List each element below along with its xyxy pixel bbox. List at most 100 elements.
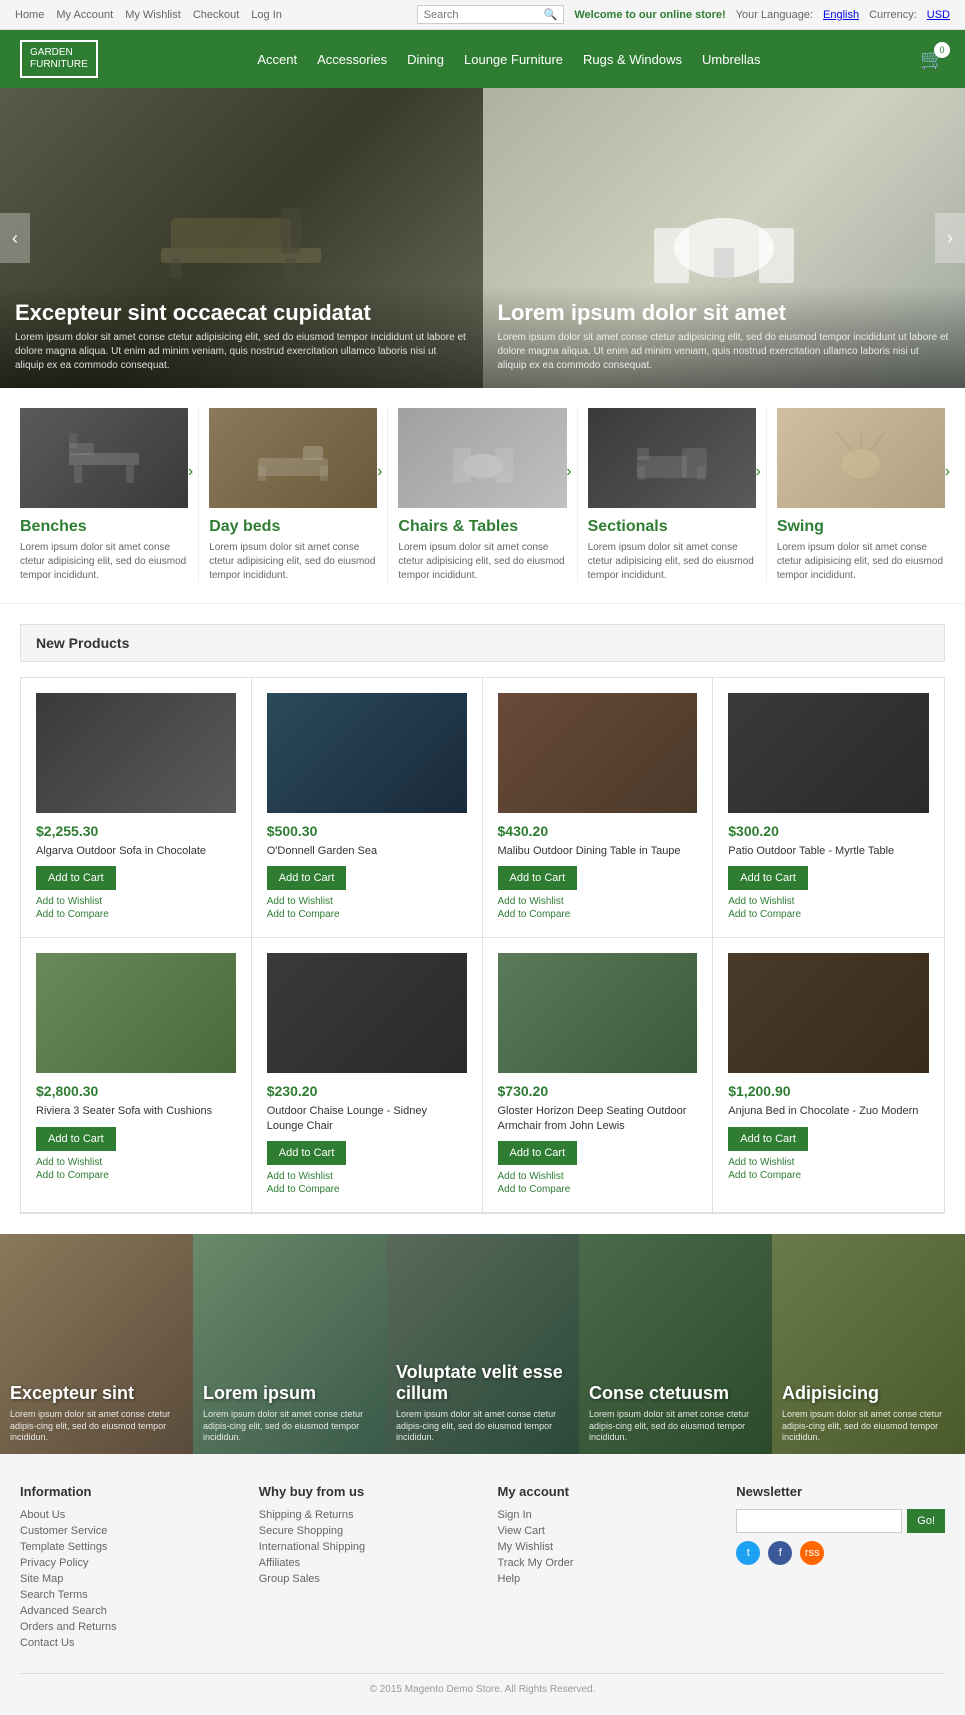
compare-link-3[interactable]: Add to Compare [728, 909, 929, 920]
category-chairs-arrow[interactable]: › [566, 463, 571, 481]
main-nav: Accent Accessories Dining Lounge Furnitu… [257, 52, 760, 67]
category-daybeds-image [209, 408, 377, 508]
nav-accessories[interactable]: Accessories [317, 52, 387, 67]
footer-why-link-0[interactable]: Shipping & Returns [259, 1509, 468, 1521]
category-daybeds-title: Day beds [209, 518, 377, 536]
nav-checkout[interactable]: Checkout [193, 9, 239, 21]
wishlist-link-2[interactable]: Add to Wishlist [498, 896, 698, 907]
category-benches: Benches Lorem ipsum dolor sit amet conse… [10, 408, 199, 583]
currency-selector[interactable]: USD [927, 9, 950, 21]
footer-why-link-4[interactable]: Group Sales [259, 1573, 468, 1585]
compare-link-1[interactable]: Add to Compare [267, 909, 467, 920]
footer-info-link-5[interactable]: Search Terms [20, 1589, 229, 1601]
search-box[interactable]: 🔍 [417, 5, 565, 24]
newsletter-go-button[interactable]: Go! [907, 1509, 945, 1533]
footer-newsletter: Newsletter Go! t f rss [736, 1484, 945, 1653]
product-image-0 [36, 693, 236, 813]
compare-link-5[interactable]: Add to Compare [267, 1184, 467, 1195]
facebook-icon[interactable]: f [768, 1541, 792, 1565]
add-to-cart-button-5[interactable]: Add to Cart [267, 1141, 347, 1165]
product-price-0: $2,255.30 [36, 823, 236, 839]
compare-link-0[interactable]: Add to Compare [36, 909, 236, 920]
wishlist-link-5[interactable]: Add to Wishlist [267, 1171, 467, 1182]
footer-account-link-2[interactable]: My Wishlist [498, 1541, 707, 1553]
wishlist-link-7[interactable]: Add to Wishlist [728, 1157, 929, 1168]
footer-why-buy-title: Why buy from us [259, 1484, 468, 1499]
product-price-2: $430.20 [498, 823, 698, 839]
nav-dining[interactable]: Dining [407, 52, 444, 67]
compare-link-6[interactable]: Add to Compare [498, 1184, 698, 1195]
wishlist-link-6[interactable]: Add to Wishlist [498, 1171, 698, 1182]
compare-link-4[interactable]: Add to Compare [36, 1170, 236, 1181]
category-sectionals-arrow[interactable]: › [755, 463, 760, 481]
add-to-cart-button-2[interactable]: Add to Cart [498, 866, 578, 890]
newsletter-input[interactable] [736, 1509, 902, 1533]
banner-overlay-1: Lorem ipsum Lorem ipsum dolor sit amet c… [193, 1373, 386, 1454]
cart-icon[interactable]: 🛒 0 [920, 47, 945, 72]
search-input[interactable] [424, 9, 544, 21]
nav-myaccount[interactable]: My Account [56, 9, 113, 21]
footer-info-link-1[interactable]: Customer Service [20, 1525, 229, 1537]
twitter-icon[interactable]: t [736, 1541, 760, 1565]
add-to-cart-button-6[interactable]: Add to Cart [498, 1141, 578, 1165]
add-to-cart-button-0[interactable]: Add to Cart [36, 866, 116, 890]
rss-icon[interactable]: rss [800, 1541, 824, 1565]
category-daybeds: Day beds Lorem ipsum dolor sit amet cons… [199, 408, 388, 583]
footer-info-link-3[interactable]: Privacy Policy [20, 1557, 229, 1569]
footer-info-link-0[interactable]: About Us [20, 1509, 229, 1521]
top-bar-right: 🔍 Welcome to our online store! Your Lang… [417, 5, 950, 24]
welcome-text: Welcome to our online store! [574, 9, 725, 21]
wishlist-link-0[interactable]: Add to Wishlist [36, 896, 236, 907]
category-daybeds-arrow[interactable]: › [377, 463, 382, 481]
compare-link-7[interactable]: Add to Compare [728, 1170, 929, 1181]
nav-accent[interactable]: Accent [257, 52, 297, 67]
wishlist-link-4[interactable]: Add to Wishlist [36, 1157, 236, 1168]
currency-label: Currency: [869, 9, 917, 21]
footer-account-link-0[interactable]: Sign In [498, 1509, 707, 1521]
footer-account-link-4[interactable]: Help [498, 1573, 707, 1585]
footer-info-link-4[interactable]: Site Map [20, 1573, 229, 1585]
wishlist-link-3[interactable]: Add to Wishlist [728, 896, 929, 907]
nav-umbrellas[interactable]: Umbrellas [702, 52, 761, 67]
footer-why-link-3[interactable]: Affiliates [259, 1557, 468, 1569]
nav-home[interactable]: Home [15, 9, 44, 21]
product-price-3: $300.20 [728, 823, 929, 839]
nav-lounge[interactable]: Lounge Furniture [464, 52, 563, 67]
footer: Information About UsCustomer ServiceTemp… [0, 1454, 965, 1715]
category-benches-image [20, 408, 188, 508]
footer-info-link-8[interactable]: Contact Us [20, 1637, 229, 1649]
category-benches-arrow[interactable]: › [188, 463, 193, 481]
product-price-1: $500.30 [267, 823, 467, 839]
footer-info-link-7[interactable]: Orders and Returns [20, 1621, 229, 1633]
hero-next-button[interactable]: › [935, 213, 965, 263]
nav-rugs-windows[interactable]: Rugs & Windows [583, 52, 682, 67]
category-sectionals-title: Sectionals [588, 518, 756, 536]
product-links-4: Add to Wishlist Add to Compare [36, 1157, 236, 1181]
footer-info-link-2[interactable]: Template Settings [20, 1541, 229, 1553]
banner-item-4: Adipisicing Lorem ipsum dolor sit amet c… [772, 1234, 965, 1454]
add-to-cart-button-1[interactable]: Add to Cart [267, 866, 347, 890]
nav-login[interactable]: Log In [251, 9, 282, 21]
search-icon[interactable]: 🔍 [544, 8, 558, 21]
footer-account-link-1[interactable]: View Cart [498, 1525, 707, 1537]
hero-left-panel: Excepteur sint occaecat cupidatat Lorem … [0, 88, 483, 388]
compare-link-2[interactable]: Add to Compare [498, 909, 698, 920]
footer-why-link-1[interactable]: Secure Shopping [259, 1525, 468, 1537]
hero-prev-button[interactable]: ‹ [0, 213, 30, 263]
nav-wishlist[interactable]: My Wishlist [125, 9, 181, 21]
banner-title-2: Voluptate velit esse cillum [396, 1362, 569, 1404]
language-selector[interactable]: English [823, 9, 859, 21]
footer-account-link-3[interactable]: Track My Order [498, 1557, 707, 1569]
footer-info-link-6[interactable]: Advanced Search [20, 1605, 229, 1617]
add-to-cart-button-3[interactable]: Add to Cart [728, 866, 808, 890]
top-bar-links: Home My Account My Wishlist Checkout Log… [15, 9, 282, 21]
product-image-1 [267, 693, 467, 813]
add-to-cart-button-4[interactable]: Add to Cart [36, 1127, 116, 1151]
wishlist-link-1[interactable]: Add to Wishlist [267, 896, 467, 907]
add-to-cart-button-7[interactable]: Add to Cart [728, 1127, 808, 1151]
product-links-3: Add to Wishlist Add to Compare [728, 896, 929, 920]
category-swing-arrow[interactable]: › [945, 463, 950, 481]
footer-why-link-2[interactable]: International Shipping [259, 1541, 468, 1553]
logo[interactable]: GARDEN FURNITURE [20, 40, 98, 78]
category-chairs-tables: Chairs & Tables Lorem ipsum dolor sit am… [388, 408, 577, 583]
